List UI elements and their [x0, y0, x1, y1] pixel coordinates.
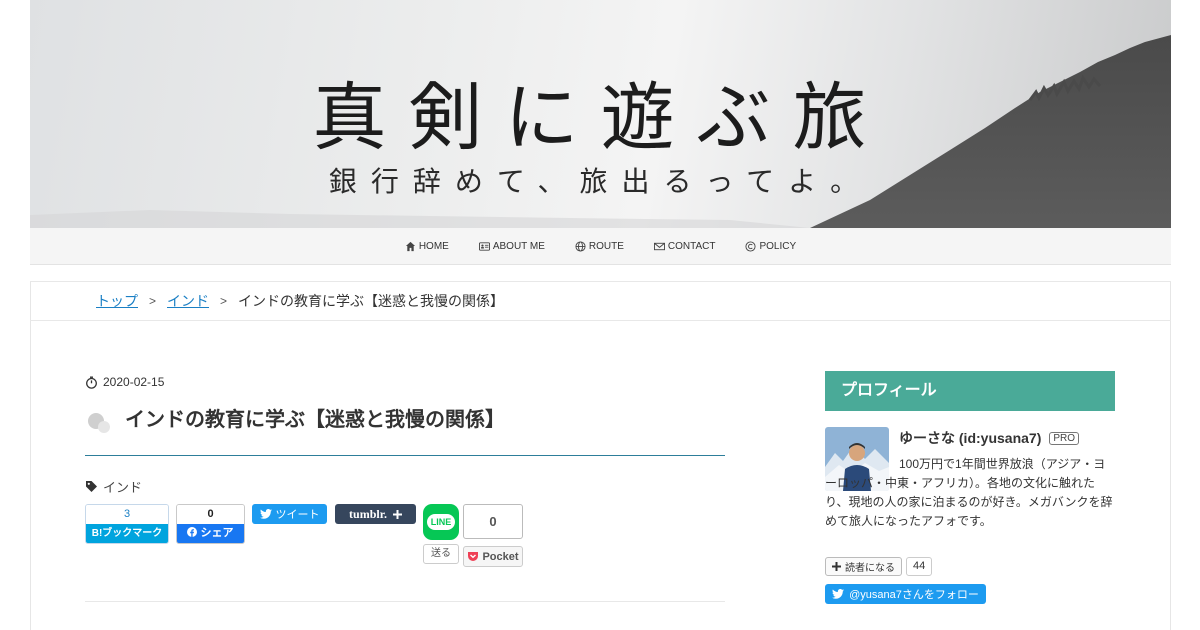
- nav-about[interactable]: ABOUT ME: [478, 240, 545, 252]
- subscribe-button[interactable]: 読者になる: [825, 557, 902, 576]
- article-category[interactable]: インド: [85, 477, 142, 496]
- id-card-icon: [478, 241, 490, 251]
- nav-route[interactable]: ROUTE: [575, 241, 624, 252]
- facebook-label: シェア: [200, 527, 234, 539]
- twitter-follow-button[interactable]: @yusana7さんをフォロー: [825, 584, 986, 604]
- plus-icon: [832, 562, 841, 571]
- breadcrumb-separator: >: [220, 294, 228, 308]
- nav-about-label: ABOUT ME: [492, 240, 545, 252]
- reader-count: 44: [906, 557, 933, 576]
- stopwatch-icon: [86, 376, 97, 389]
- twitter-bird-icon: [259, 509, 272, 519]
- nav-route-label: ROUTE: [588, 240, 624, 252]
- global-nav: HOME ABOUT ME ROUTE CONTACT POLICY: [30, 228, 1171, 265]
- breadcrumb-current: インドの教育に学ぶ【迷惑と我慢の関係】: [238, 293, 505, 309]
- nav-contact[interactable]: CONTACT: [653, 240, 716, 252]
- breadcrumb: トップ > インド > インドの教育に学ぶ【迷惑と我慢の関係】: [30, 281, 1171, 321]
- nav-policy-label: POLICY: [759, 240, 797, 252]
- breadcrumb-top-link[interactable]: トップ: [96, 291, 138, 311]
- header-banner[interactable]: 真剣に遊ぶ旅 銀行辞めて、旅出るってよ。: [30, 0, 1171, 228]
- facebook-count: 0: [177, 505, 244, 524]
- breadcrumb-separator: >: [149, 294, 157, 308]
- speech-bubbles-icon: [88, 413, 110, 433]
- article-divider: [85, 601, 725, 602]
- globe-icon: [575, 240, 586, 252]
- nav-home-label: HOME: [418, 240, 449, 252]
- pocket-button[interactable]: Pocket: [463, 546, 523, 567]
- article-date: 2020-02-15: [85, 375, 164, 389]
- line-share-button[interactable]: LINE: [423, 504, 459, 540]
- line-send-label: 送る: [423, 544, 459, 564]
- home-icon: [405, 241, 415, 251]
- tag-icon: [86, 481, 97, 492]
- hatena-count: 3: [86, 505, 168, 524]
- subscribe-label: 読者になる: [845, 563, 895, 574]
- envelope-icon: [653, 242, 665, 250]
- article-date-text: 2020-02-15: [103, 375, 165, 389]
- facebook-share-button[interactable]: 0 シェア: [176, 504, 245, 544]
- nav-spacer: [30, 265, 1171, 281]
- article-title-block: インドの教育に学ぶ【迷惑と我慢の関係】: [85, 409, 725, 456]
- tumblr-label: tumblr.: [349, 506, 387, 521]
- page: 真剣に遊ぶ旅 銀行辞めて、旅出るってよ。 HOME ABOUT ME ROUTE…: [0, 0, 1200, 630]
- reader-widget: 読者になる 44: [825, 557, 933, 576]
- pro-badge: PRO: [1049, 431, 1080, 445]
- tweet-button[interactable]: ツイート: [252, 504, 327, 524]
- article-category-label: インド: [103, 480, 143, 495]
- tweet-label: ツイート: [275, 509, 320, 521]
- pocket-count: 0: [463, 504, 523, 539]
- facebook-icon: [187, 527, 198, 537]
- line-logo: LINE: [426, 514, 456, 530]
- twitter-bird-icon: [832, 589, 845, 599]
- hatena-bookmark-button[interactable]: 3 B!ブックマーク: [85, 504, 169, 544]
- breadcrumb-category-link[interactable]: インド: [167, 291, 209, 311]
- article-title[interactable]: インドの教育に学ぶ【迷惑と我慢の関係】: [125, 404, 505, 436]
- profile-description: 100万円で1年間世界放浪（アジア・ヨーロッパ・中東・アフリカ）。各地の文化に触…: [825, 457, 1113, 528]
- copyright-icon: [745, 240, 757, 252]
- site-subtitle: 銀行辞めて、旅出るってよ。: [328, 165, 873, 198]
- nav-policy[interactable]: POLICY: [745, 241, 796, 252]
- pocket-icon: [468, 552, 479, 561]
- nav-contact-label: CONTACT: [667, 240, 716, 252]
- tumblr-share-button[interactable]: tumblr.: [335, 504, 416, 524]
- hatena-label: B!ブックマーク: [86, 524, 168, 543]
- pocket-label: Pocket: [482, 550, 519, 563]
- plus-icon: [392, 509, 402, 519]
- nav-home[interactable]: HOME: [405, 241, 449, 252]
- twitter-follow-label: @yusana7さんをフォロー: [849, 589, 979, 601]
- profile-name-text: ゆーさな (id:yusana7): [899, 430, 1042, 446]
- profile-name[interactable]: ゆーさな (id:yusana7) PRO: [899, 428, 1080, 448]
- site-title[interactable]: 真剣に遊ぶ旅: [30, 58, 1171, 165]
- facebook-label-row: シェア: [177, 524, 244, 543]
- profile-heading: プロフィール: [825, 371, 1115, 411]
